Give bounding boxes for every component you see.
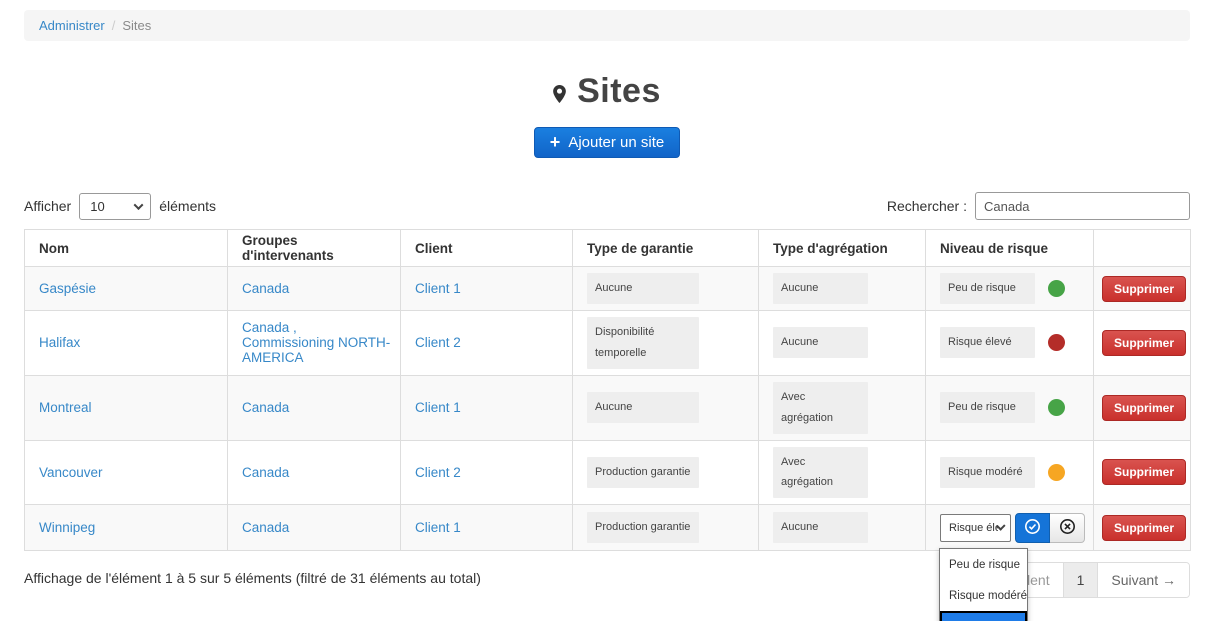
breadcrumb-link-administrer[interactable]: Administrer xyxy=(39,18,105,33)
plus-icon: + xyxy=(550,133,561,151)
site-link[interactable]: Montreal xyxy=(39,400,92,415)
table-row: Montreal Canada Client 1 Aucune Avec agr… xyxy=(25,375,1191,440)
client-link[interactable]: Client 2 xyxy=(415,335,461,350)
group-link[interactable]: Canada , Commissioning NORTH-AMERICA xyxy=(242,320,390,365)
risk-dot xyxy=(1048,334,1065,351)
add-site-button-label: Ajouter un site xyxy=(568,134,664,151)
header-niveau-risque[interactable]: Niveau de risque xyxy=(926,230,1094,267)
delete-button[interactable]: Supprimer xyxy=(1102,276,1186,302)
elements-label: éléments xyxy=(159,198,216,214)
client-link[interactable]: Client 1 xyxy=(415,400,461,415)
delete-button[interactable]: Supprimer xyxy=(1102,459,1186,485)
delete-button[interactable]: Supprimer xyxy=(1102,330,1186,356)
table-row: Gaspésie Canada Client 1 Aucune Aucune P… xyxy=(25,267,1191,311)
header-type-garantie[interactable]: Type de garantie xyxy=(573,230,759,267)
site-link[interactable]: Gaspésie xyxy=(39,281,96,296)
site-link[interactable]: Winnipeg xyxy=(39,520,95,535)
show-label: Afficher xyxy=(24,198,71,214)
risk-dot xyxy=(1048,399,1065,416)
breadcrumb: Administrer / Sites xyxy=(24,10,1190,41)
confirm-button[interactable] xyxy=(1015,513,1050,543)
cancel-button[interactable] xyxy=(1050,513,1085,543)
group-link[interactable]: Canada xyxy=(242,400,289,415)
guarantee-select: Aucune xyxy=(587,273,699,304)
risk-dot xyxy=(1048,464,1065,481)
risk-option-high[interactable]: Risque élevé xyxy=(940,611,1027,621)
guarantee-select: Production garantie xyxy=(587,512,699,543)
delete-button[interactable]: Supprimer xyxy=(1102,515,1186,541)
header-client[interactable]: Client xyxy=(401,230,573,267)
table-header-row: Nom Groupes d'intervenants Client Type d… xyxy=(25,230,1191,267)
table-info: Affichage de l'élément 1 à 5 sur 5 éléme… xyxy=(24,562,481,586)
delete-button[interactable]: Supprimer xyxy=(1102,395,1186,421)
risk-dropdown-panel: Peu de risque Risque modéré Risque élevé xyxy=(939,548,1028,621)
map-pin-icon xyxy=(553,73,566,112)
page-size-select[interactable]: 10 xyxy=(79,193,151,220)
aggregation-select: Avec agrégation xyxy=(773,447,868,499)
page-size-value: 10 xyxy=(90,199,104,214)
aggregation-select: Aucune xyxy=(773,273,868,304)
search-label: Rechercher : xyxy=(887,198,967,214)
aggregation-select: Avec agrégation xyxy=(773,382,868,434)
risk-select[interactable]: Risque élevé xyxy=(940,327,1035,358)
table-row: Winnipeg Canada Client 1 Production gara… xyxy=(25,505,1191,551)
risk-option-moderate[interactable]: Risque modéré xyxy=(940,580,1027,611)
guarantee-select: Production garantie xyxy=(587,457,699,488)
site-link[interactable]: Vancouver xyxy=(39,465,103,480)
header-nom[interactable]: Nom xyxy=(25,230,228,267)
group-link[interactable]: Canada xyxy=(242,465,289,480)
chevron-down-icon xyxy=(134,200,144,210)
risk-select[interactable]: Peu de risque xyxy=(940,392,1035,423)
header-groupes[interactable]: Groupes d'intervenants xyxy=(228,230,401,267)
risk-dot xyxy=(1048,280,1065,297)
site-link[interactable]: Halifax xyxy=(39,335,80,350)
check-circle-icon xyxy=(1024,518,1041,538)
risk-level-select-value: Risque élevé xyxy=(949,522,998,534)
client-link[interactable]: Client 2 xyxy=(415,465,461,480)
x-circle-icon xyxy=(1059,518,1076,538)
aggregation-select: Aucune xyxy=(773,327,868,358)
pagination-next[interactable]: Suivant → xyxy=(1098,563,1189,597)
pagination-page-1[interactable]: 1 xyxy=(1063,563,1099,597)
risk-select[interactable]: Risque modéré xyxy=(940,457,1035,488)
page-title: Sites xyxy=(553,71,661,112)
table-row: Vancouver Canada Client 2 Production gar… xyxy=(25,440,1191,505)
client-link[interactable]: Client 1 xyxy=(415,520,461,535)
client-link[interactable]: Client 1 xyxy=(415,281,461,296)
search-input[interactable] xyxy=(975,192,1190,220)
group-link[interactable]: Canada xyxy=(242,520,289,535)
page-title-text: Sites xyxy=(577,72,661,111)
header-actions xyxy=(1094,230,1191,267)
add-site-button[interactable]: + Ajouter un site xyxy=(534,127,680,158)
breadcrumb-current: Sites xyxy=(122,18,151,33)
header-type-agregation[interactable]: Type d'agrégation xyxy=(759,230,926,267)
guarantee-select: Aucune xyxy=(587,392,699,423)
table-row: Halifax Canada , Commissioning NORTH-AME… xyxy=(25,311,1191,376)
sites-table: Nom Groupes d'intervenants Client Type d… xyxy=(24,229,1191,551)
risk-select[interactable]: Peu de risque xyxy=(940,273,1035,304)
group-link[interactable]: Canada xyxy=(242,281,289,296)
guarantee-select: Disponibilité temporelle xyxy=(587,317,699,369)
aggregation-select: Aucune xyxy=(773,512,868,543)
risk-level-select[interactable]: Risque élevé xyxy=(940,514,1011,542)
risk-option-low[interactable]: Peu de risque xyxy=(940,549,1027,580)
breadcrumb-separator: / xyxy=(112,18,116,33)
